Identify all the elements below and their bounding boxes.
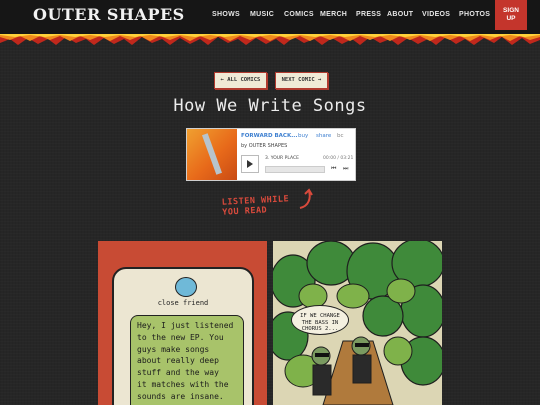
buy-link[interactable]: buy [298, 133, 308, 139]
play-button[interactable] [241, 155, 259, 173]
previous-track-icon[interactable]: ⏮ [331, 165, 336, 173]
axe-illustration [201, 133, 223, 175]
nav-comics[interactable]: COMICS [284, 11, 314, 18]
contact-name: close friend [157, 299, 209, 307]
comic-panel-2: IF WE CHANGE THE BASS IN CHORUS 2... [273, 241, 442, 405]
flame-border [0, 30, 540, 45]
signup-button[interactable]: SIGN UP [495, 0, 527, 30]
page-title: How We Write Songs [173, 96, 367, 116]
comic-panel-1: close friend Hey, I just listened to the… [98, 241, 267, 405]
listen-note-text: LISTEN WHILE YOU READ [221, 194, 290, 218]
bandcamp-player: FORWARD BACK... buy share bc by OUTER SH… [186, 128, 356, 181]
bandcamp-logo[interactable]: bc [337, 133, 344, 139]
listen-note: LISTEN WHILE YOU READ [222, 194, 290, 218]
progress-bar[interactable] [265, 166, 325, 173]
nav-photos[interactable]: PHOTOS [459, 11, 490, 18]
message-bubble: Hey, I just listened to the new EP. You … [130, 315, 244, 405]
nav-videos[interactable]: VIDEOS [422, 11, 450, 18]
album-art[interactable] [187, 129, 237, 180]
artist-label: by OUTER SHAPES [241, 143, 288, 149]
nav-merch[interactable]: MERCH [320, 11, 347, 18]
contact-avatar [175, 277, 197, 297]
speech-bubble: IF WE CHANGE THE BASS IN CHORUS 2... [291, 305, 349, 335]
all-comics-button[interactable]: ← ALL COMICS [214, 72, 267, 89]
nav-press[interactable]: PRESS [356, 11, 381, 18]
next-comic-button[interactable]: NEXT COMIC → [275, 72, 328, 89]
next-track-icon[interactable]: ⏭ [343, 165, 348, 173]
phone-illustration: close friend Hey, I just listened to the… [112, 267, 254, 405]
share-link[interactable]: share [316, 133, 331, 139]
track-name: 3. YOUR PLACE [265, 156, 299, 161]
album-title-link[interactable]: FORWARD BACK... [241, 133, 297, 139]
signup-label: SIGN UP [503, 7, 519, 22]
nav-music[interactable]: MUSIC [250, 11, 274, 18]
curved-arrow-icon [299, 188, 313, 209]
track-time: 00:00 / 03:21 [323, 156, 354, 161]
site-logo[interactable]: OUTER SHAPES [33, 5, 185, 24]
nav-about[interactable]: ABOUT [387, 11, 413, 18]
nav-shows[interactable]: SHOWS [212, 11, 240, 18]
